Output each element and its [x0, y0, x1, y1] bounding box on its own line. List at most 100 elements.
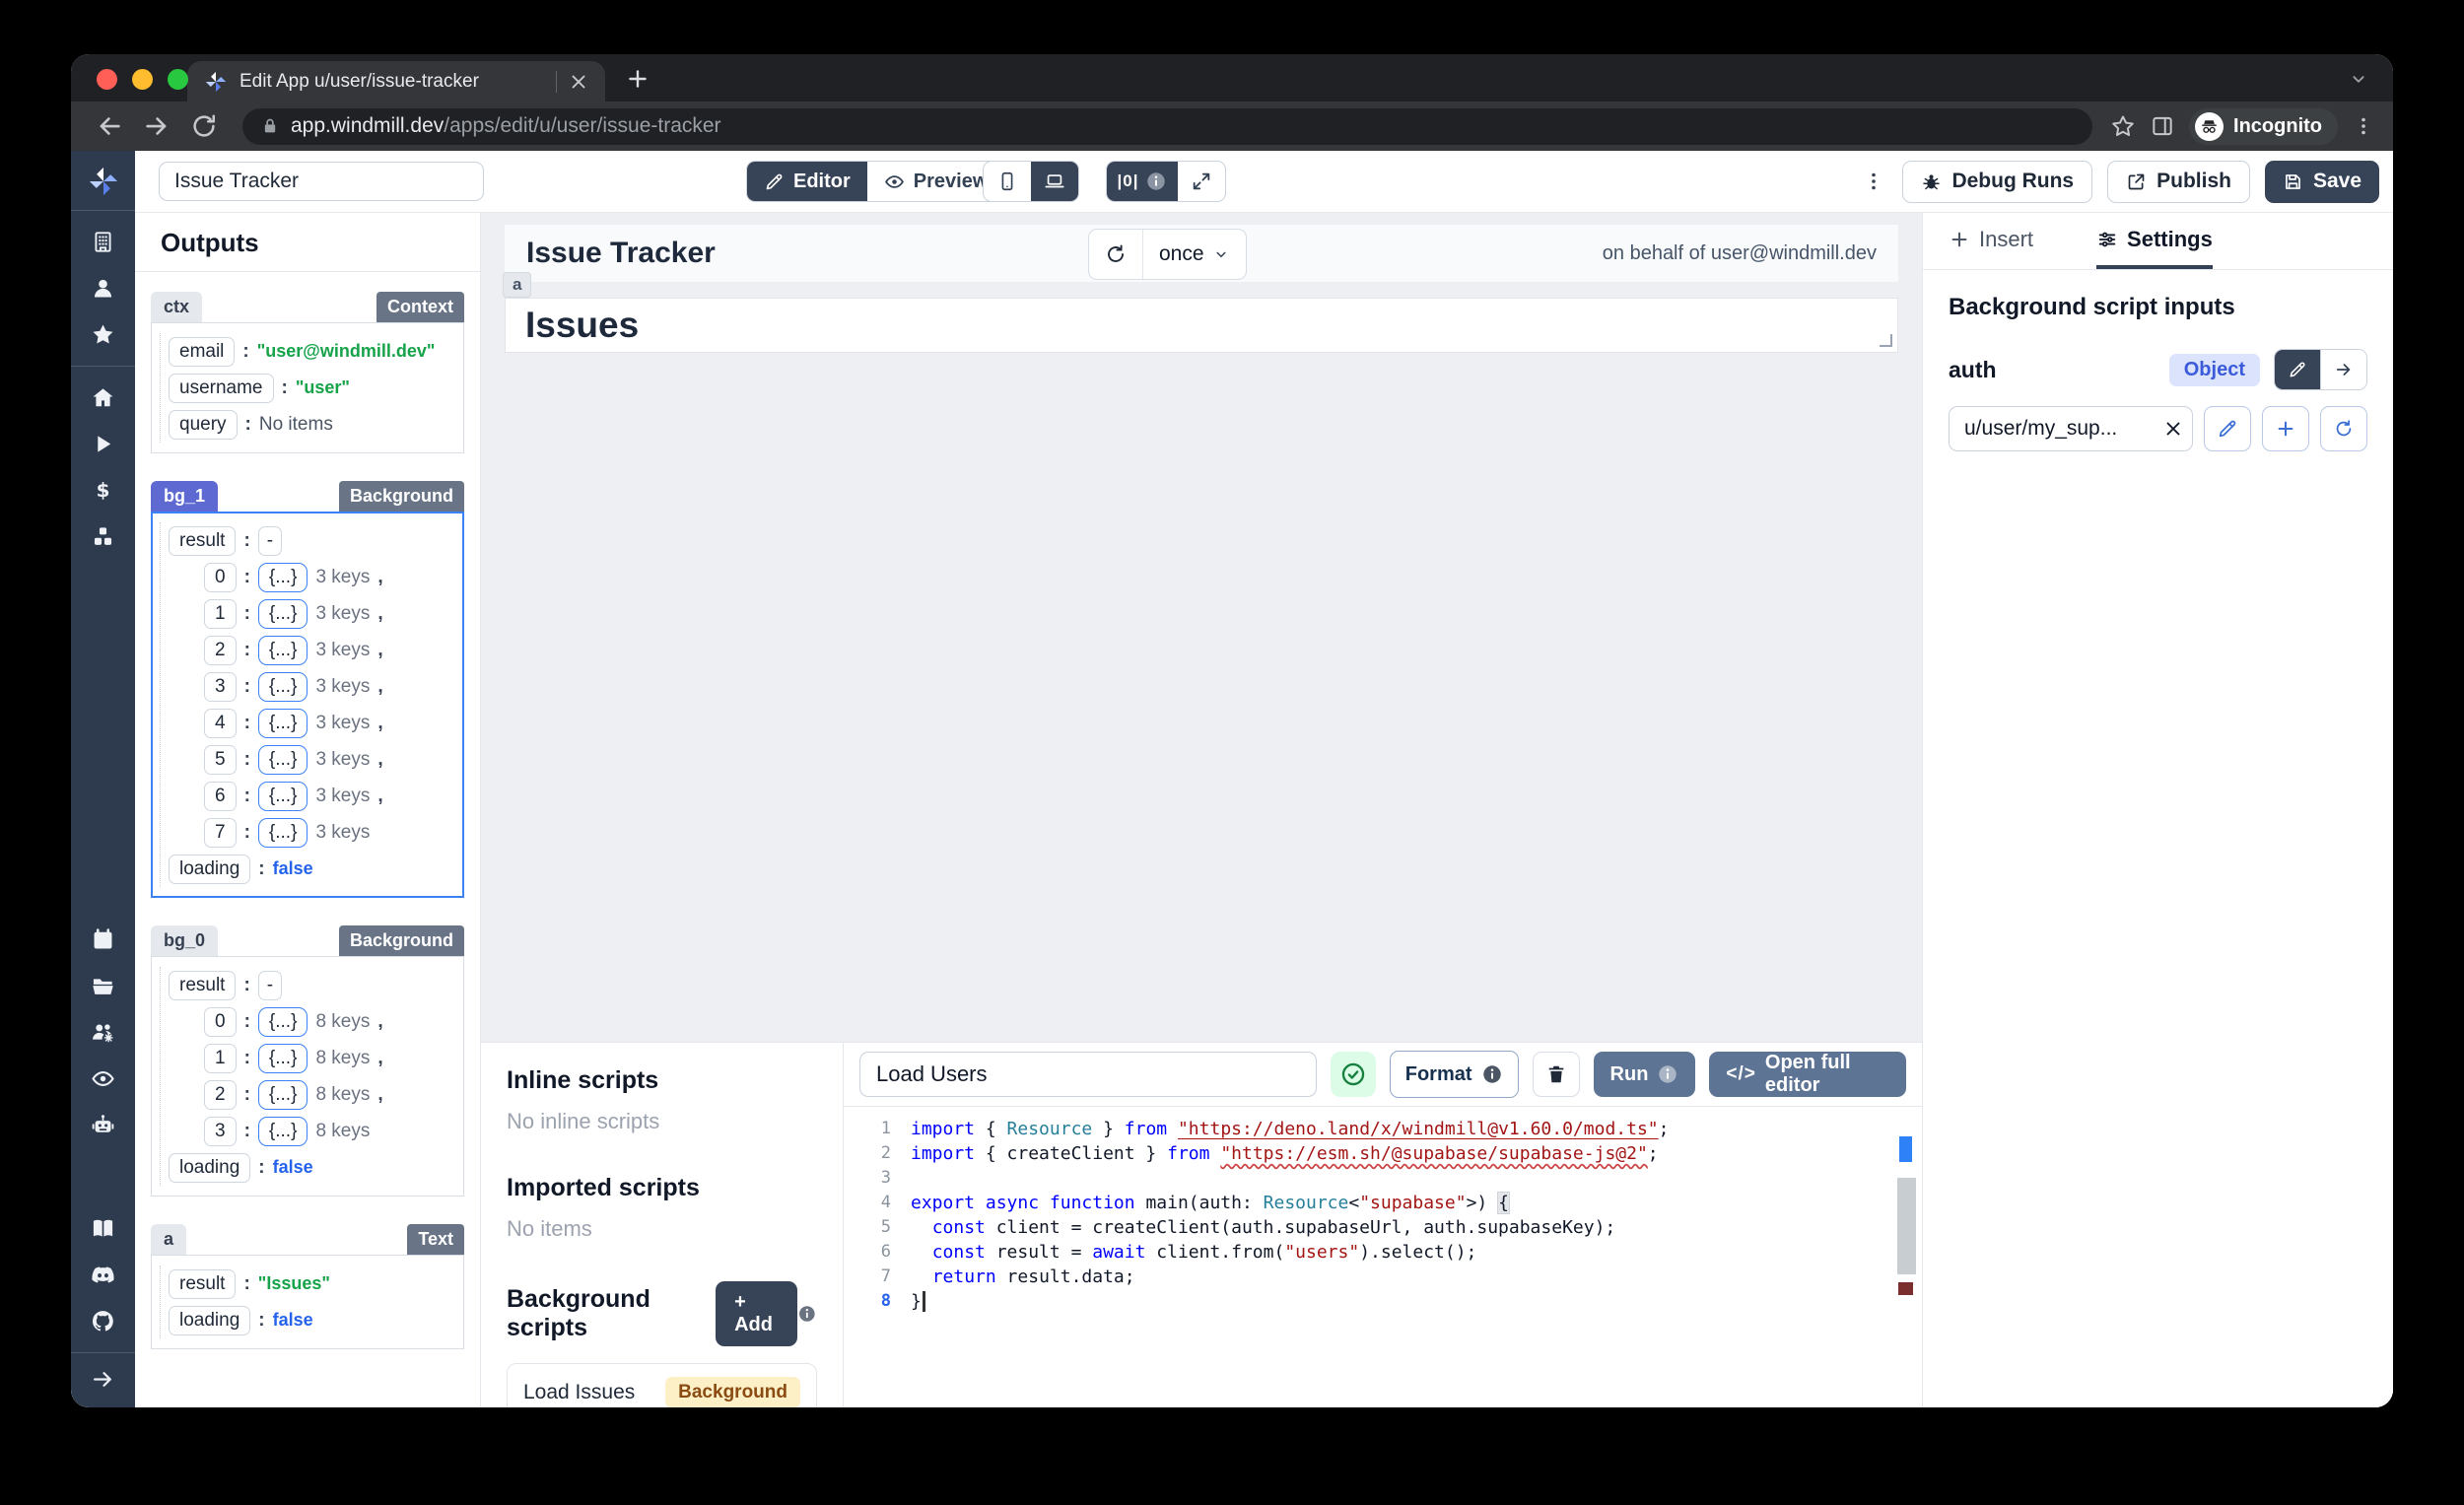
code-editor[interactable]: 1import { Resource } from "https://deno.… — [844, 1106, 1922, 1407]
reload-button[interactable] — [189, 111, 219, 141]
tab-search-icon[interactable] — [2348, 68, 2369, 90]
scrollbar-thumb[interactable] — [1897, 1178, 1916, 1274]
output-key-chip[interactable]: loading — [169, 1153, 250, 1183]
object-expand-chip[interactable]: {...} — [258, 1117, 308, 1146]
tab-settings[interactable]: Settings — [2096, 227, 2213, 269]
object-expand-chip[interactable]: {...} — [258, 636, 308, 665]
connect-mode-button[interactable] — [2320, 350, 2366, 389]
users-gear-icon[interactable] — [91, 1020, 115, 1045]
collapse-chip[interactable]: - — [258, 526, 282, 556]
robot-icon[interactable] — [91, 1113, 115, 1137]
background-script-row[interactable]: Load IssuesBackground — [507, 1363, 817, 1407]
github-icon[interactable] — [91, 1309, 115, 1334]
output-key-chip[interactable]: query — [169, 410, 238, 440]
object-expand-chip[interactable]: {...} — [258, 1044, 308, 1073]
new-tab-button[interactable] — [625, 66, 650, 92]
edit-resource-button[interactable] — [2204, 406, 2251, 451]
array-index-chip[interactable]: 0 — [204, 563, 237, 592]
building-icon[interactable] — [91, 230, 115, 254]
object-expand-chip[interactable]: {...} — [258, 1007, 308, 1037]
address-bar[interactable]: app.windmill.dev/apps/edit/u/user/issue-… — [242, 108, 2092, 145]
script-name-input[interactable] — [859, 1052, 1317, 1097]
forward-button[interactable] — [142, 111, 171, 141]
object-expand-chip[interactable]: {...} — [258, 709, 308, 738]
array-index-chip[interactable]: 3 — [204, 672, 237, 702]
cubes-icon[interactable] — [91, 524, 115, 549]
publish-button[interactable]: Publish — [2107, 161, 2250, 203]
output-key-chip[interactable]: email — [169, 337, 235, 367]
play-icon[interactable] — [91, 432, 115, 456]
zero-width-button[interactable]: |0| — [1107, 162, 1178, 201]
run-button[interactable]: Run — [1594, 1052, 1696, 1097]
array-index-chip[interactable]: 1 — [204, 1044, 237, 1073]
array-index-chip[interactable]: 4 — [204, 709, 237, 738]
app-canvas[interactable]: Issue Tracker once on behalf of user@win… — [481, 213, 1922, 1042]
open-full-editor-button[interactable]: </> Open full editor — [1709, 1052, 1906, 1097]
object-expand-chip[interactable]: {...} — [258, 745, 308, 775]
star-icon[interactable] — [91, 322, 115, 347]
array-index-chip[interactable]: 2 — [204, 636, 237, 665]
format-button[interactable]: Format — [1390, 1051, 1519, 1098]
desktop-view-button[interactable] — [1031, 162, 1078, 201]
calendar-icon[interactable] — [91, 927, 115, 952]
browser-menu-icon[interactable] — [2352, 114, 2375, 138]
refresh-resource-button[interactable] — [2320, 406, 2367, 451]
output-key-chip[interactable]: result — [169, 1269, 236, 1299]
debug-runs-button[interactable]: Debug Runs — [1902, 161, 2092, 203]
more-options-icon[interactable] — [1862, 170, 1885, 193]
add-background-script-button[interactable]: + Add — [716, 1281, 797, 1346]
array-index-chip[interactable]: 3 — [204, 1117, 237, 1146]
text-component[interactable]: a Issues — [505, 298, 1898, 353]
editor-mode-button[interactable]: Editor — [747, 162, 867, 201]
minimize-window-button[interactable] — [132, 69, 153, 90]
save-button[interactable]: Save — [2265, 161, 2379, 203]
output-id-tab[interactable]: bg_0 — [151, 925, 218, 956]
resize-handle[interactable] — [1880, 334, 1892, 347]
bookmark-icon[interactable] — [2110, 113, 2136, 139]
side-panel-icon[interactable] — [2150, 113, 2175, 139]
object-expand-chip[interactable]: {...} — [258, 782, 308, 811]
array-index-chip[interactable]: 7 — [204, 818, 237, 848]
output-key-chip[interactable]: loading — [169, 855, 250, 884]
output-key-chip[interactable]: result — [169, 526, 236, 556]
static-mode-button[interactable] — [2275, 350, 2320, 389]
object-expand-chip[interactable]: {...} — [258, 672, 308, 702]
close-window-button[interactable] — [97, 69, 117, 90]
output-key-chip[interactable]: loading — [169, 1306, 250, 1335]
app-title-input[interactable] — [159, 162, 484, 201]
object-expand-chip[interactable]: {...} — [258, 563, 308, 592]
array-index-chip[interactable]: 6 — [204, 782, 237, 811]
refresh-mode-dropdown[interactable]: once — [1143, 230, 1246, 279]
dollar-icon[interactable]: $ — [91, 478, 115, 503]
output-id-tab[interactable]: ctx — [151, 292, 202, 322]
delete-script-button[interactable] — [1533, 1052, 1580, 1097]
home-icon[interactable] — [91, 385, 115, 410]
tab-insert[interactable]: Insert — [1949, 227, 2033, 269]
arrow-right-icon[interactable] — [91, 1367, 115, 1392]
eye-icon[interactable] — [91, 1066, 115, 1091]
discord-icon[interactable] — [91, 1263, 115, 1287]
array-index-chip[interactable]: 2 — [204, 1080, 237, 1110]
clear-icon[interactable] — [2162, 418, 2184, 440]
maximize-window-button[interactable] — [168, 69, 188, 90]
mobile-view-button[interactable] — [984, 162, 1031, 201]
person-icon[interactable] — [91, 276, 115, 301]
output-key-chip[interactable]: username — [169, 374, 274, 403]
refresh-app-button[interactable] — [1089, 230, 1143, 279]
back-button[interactable] — [95, 111, 124, 141]
object-expand-chip[interactable]: {...} — [258, 599, 308, 629]
collapse-chip[interactable]: - — [258, 971, 282, 1000]
fullscreen-button[interactable] — [1178, 162, 1225, 201]
output-id-tab[interactable]: a — [151, 1224, 186, 1255]
resource-input[interactable]: u/user/my_sup... — [1949, 406, 2193, 451]
array-index-chip[interactable]: 0 — [204, 1007, 237, 1037]
array-index-chip[interactable]: 1 — [204, 599, 237, 629]
folder-icon[interactable] — [91, 974, 115, 998]
array-index-chip[interactable]: 5 — [204, 745, 237, 775]
output-key-chip[interactable]: result — [169, 971, 236, 1000]
tab-close-icon[interactable] — [568, 71, 589, 93]
component-id-tag[interactable]: a — [503, 272, 531, 298]
add-resource-button[interactable] — [2262, 406, 2309, 451]
object-expand-chip[interactable]: {...} — [258, 1080, 308, 1110]
output-id-tab[interactable]: bg_1 — [151, 481, 218, 512]
